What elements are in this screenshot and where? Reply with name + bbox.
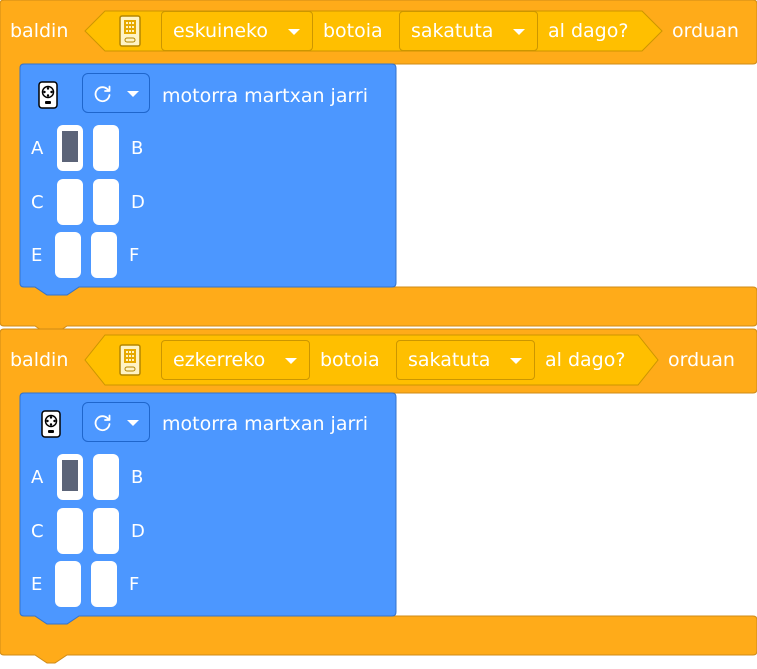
chevron-down-icon xyxy=(285,358,297,364)
chevron-down-icon xyxy=(510,358,522,364)
port-toggle-f[interactable] xyxy=(91,232,117,278)
side-dropdown-value: eskuineko xyxy=(173,20,269,42)
motor-start-block[interactable]: motorra martxan jarri A B C D E F xyxy=(20,64,396,287)
port-label-c: C xyxy=(31,192,44,213)
rotate-clockwise-icon xyxy=(93,412,113,432)
port-label-f: F xyxy=(129,245,140,266)
port-toggle-d[interactable] xyxy=(93,179,119,225)
port-label-f: F xyxy=(129,574,140,595)
port-label-b: B xyxy=(131,467,144,488)
question-label: al dago? xyxy=(548,20,629,42)
side-dropdown-value: ezkerreko xyxy=(173,349,266,371)
port-toggle-f[interactable] xyxy=(91,561,117,607)
motor-start-block[interactable]: motorra martxan jarri A B C D E F xyxy=(20,393,396,616)
port-label-e: E xyxy=(31,574,43,595)
if-block[interactable]: baldin eskuineko botoia sakatuta al dago… xyxy=(0,0,757,335)
port-label-d: D xyxy=(131,521,145,542)
port-toggle-e[interactable] xyxy=(55,561,81,607)
if-label: baldin xyxy=(10,20,69,42)
port-toggle-a[interactable] xyxy=(57,125,83,171)
state-dropdown[interactable]: sakatuta xyxy=(399,11,538,51)
if-block[interactable]: baldin ezkerreko botoia sakatuta al dago… xyxy=(0,328,757,664)
chevron-down-icon xyxy=(288,29,300,35)
direction-dropdown[interactable] xyxy=(82,402,150,442)
chevron-down-icon xyxy=(513,29,525,35)
then-label: orduan xyxy=(672,20,739,42)
port-toggle-b[interactable] xyxy=(93,125,119,171)
button-device-icon xyxy=(119,344,141,376)
port-label-c: C xyxy=(31,521,44,542)
direction-dropdown[interactable] xyxy=(82,73,150,113)
button-device-icon xyxy=(119,15,141,47)
port-toggle-a[interactable] xyxy=(57,454,83,500)
button-label: botoia xyxy=(320,349,380,371)
action-label: motorra martxan jarri xyxy=(162,85,369,107)
chevron-down-icon xyxy=(127,91,139,97)
port-label-a: A xyxy=(31,138,44,159)
rotate-clockwise-icon xyxy=(93,83,113,103)
state-dropdown-value: sakatuta xyxy=(408,349,491,371)
port-label-e: E xyxy=(31,245,43,266)
if-label: baldin xyxy=(10,349,69,371)
state-dropdown-value: sakatuta xyxy=(411,20,494,42)
side-dropdown[interactable]: eskuineko xyxy=(161,11,313,51)
state-dropdown[interactable]: sakatuta xyxy=(396,340,535,380)
port-label-d: D xyxy=(131,192,145,213)
motor-controller-icon xyxy=(38,81,58,109)
port-label-b: B xyxy=(131,138,144,159)
port-toggle-c[interactable] xyxy=(57,179,83,225)
side-dropdown[interactable]: ezkerreko xyxy=(161,340,310,380)
port-toggle-c[interactable] xyxy=(57,508,83,554)
question-label: al dago? xyxy=(545,349,626,371)
port-toggle-e[interactable] xyxy=(55,232,81,278)
action-label: motorra martxan jarri xyxy=(162,413,369,435)
motor-controller-icon xyxy=(41,410,61,438)
then-label: orduan xyxy=(668,349,735,371)
chevron-down-icon xyxy=(127,420,139,426)
port-toggle-d[interactable] xyxy=(93,508,119,554)
port-label-a: A xyxy=(31,467,44,488)
port-toggle-b[interactable] xyxy=(93,454,119,500)
button-label: botoia xyxy=(323,20,383,42)
